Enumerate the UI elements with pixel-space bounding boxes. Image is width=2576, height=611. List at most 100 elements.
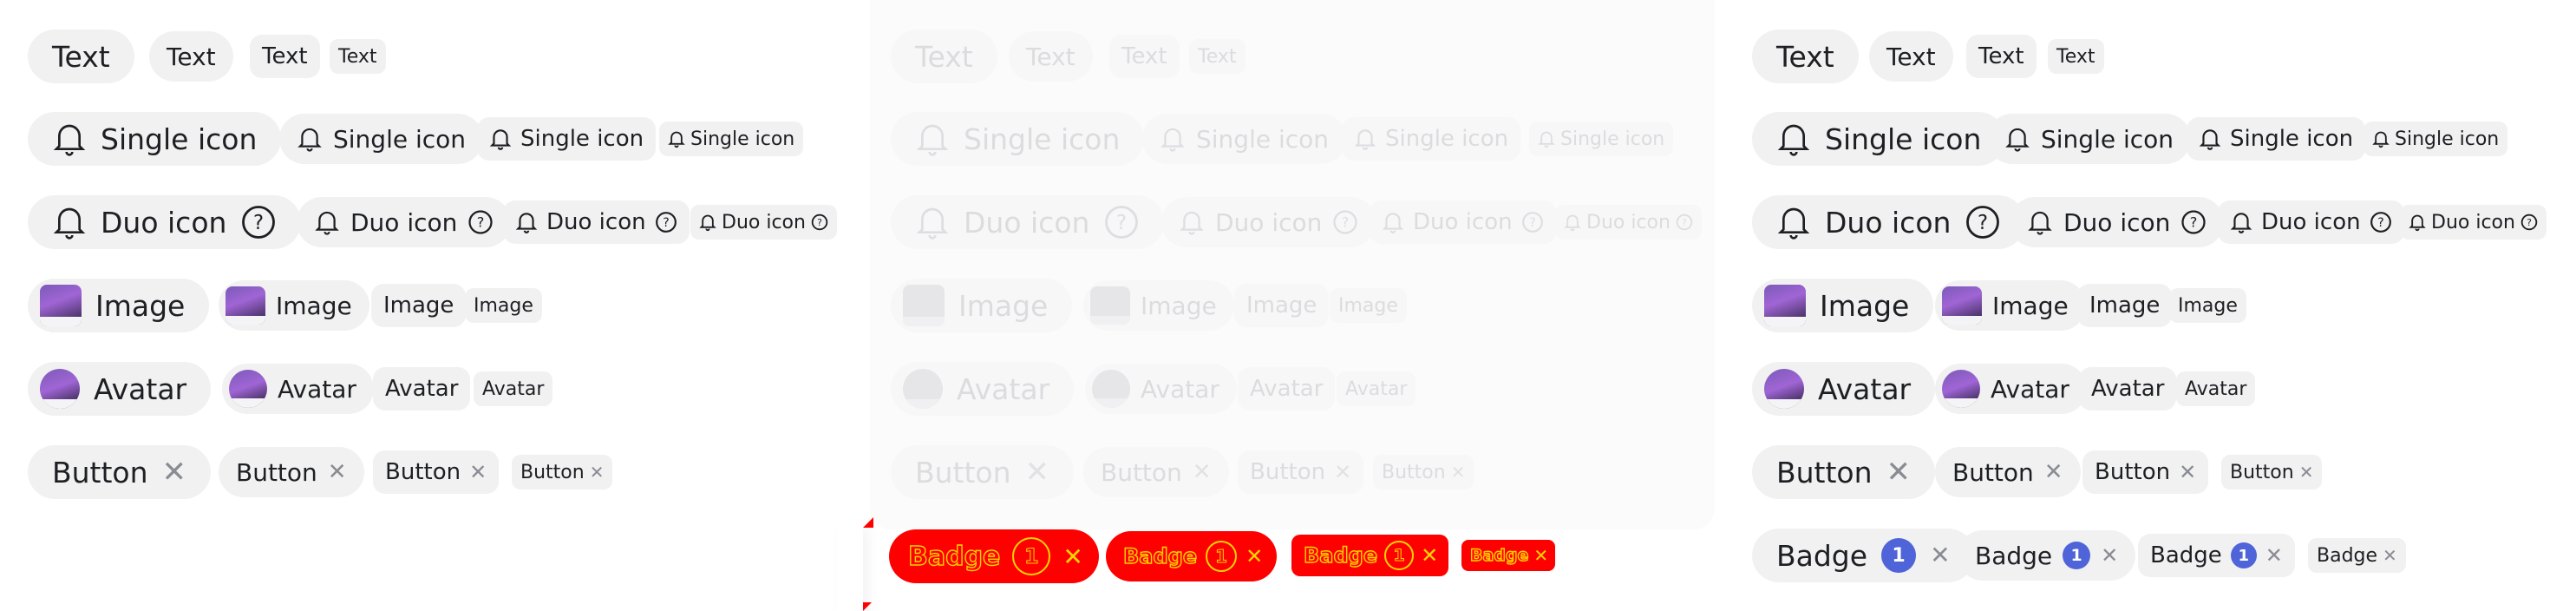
chip-label: Text xyxy=(52,39,110,74)
chip-single-icon-sm[interactable]: Single icon xyxy=(2364,122,2508,156)
bell-icon xyxy=(1160,125,1186,153)
chip-single-icon-md[interactable]: Single icon xyxy=(477,117,657,161)
chip-label: Duo icon xyxy=(1825,205,1952,240)
close-icon[interactable]: ✕ xyxy=(328,461,347,483)
chip-label: Single icon xyxy=(1385,126,1509,152)
chip-single-icon-xl[interactable]: Single icon xyxy=(28,112,282,166)
chip-image-xl[interactable]: Image xyxy=(28,279,210,332)
chip-single-icon-lg[interactable]: Single icon xyxy=(279,114,484,164)
close-icon[interactable]: ✕ xyxy=(1246,544,1263,568)
chip-avatar-sm[interactable]: Avatar xyxy=(474,371,553,406)
close-icon[interactable]: ✕ xyxy=(162,457,187,487)
close-icon[interactable]: ✕ xyxy=(1062,542,1082,571)
close-icon[interactable]: ✕ xyxy=(1886,457,1912,487)
chip-button-xl[interactable]: Button ✕ xyxy=(28,445,212,499)
chip-text-lg[interactable]: Text xyxy=(1869,31,1953,82)
chip-badge-lg[interactable]: Badge 1 ✕ xyxy=(1958,530,2136,581)
chip-badge-lg-error[interactable]: Badge 1 ✕ xyxy=(1106,531,1278,581)
chip-button-md[interactable]: Button ✕ xyxy=(373,450,500,494)
chip-label: Text xyxy=(262,43,308,69)
chip-button-sm[interactable]: Button ✕ xyxy=(2221,455,2323,489)
chip-avatar-xl[interactable]: Avatar xyxy=(28,362,212,416)
svg-text:?: ? xyxy=(477,214,485,231)
chip-duo-icon-sm[interactable]: Duo icon ? xyxy=(2400,205,2547,240)
close-icon[interactable]: ✕ xyxy=(1533,545,1548,566)
chip-badge-xl-error[interactable]: Badge 1 ✕ xyxy=(889,529,1099,583)
chip-button-lg[interactable]: Button ✕ xyxy=(1935,447,2081,497)
chip-text-md[interactable]: Text xyxy=(250,35,320,78)
chip-image-lg[interactable]: Image xyxy=(1935,280,2086,331)
chip-badge-sm[interactable]: Badge ✕ xyxy=(2308,538,2406,573)
chip-avatar-md: Avatar xyxy=(1238,367,1336,411)
svg-text:?: ? xyxy=(1529,216,1535,230)
help-circle-icon: ? xyxy=(1676,214,1693,231)
chip-button-md[interactable]: Button ✕ xyxy=(2082,450,2209,494)
close-icon[interactable]: ✕ xyxy=(469,462,487,483)
bell-icon xyxy=(1354,127,1376,151)
chip-label: Text xyxy=(915,39,973,74)
chip-text-sm[interactable]: Text xyxy=(330,39,386,74)
bell-icon xyxy=(699,213,716,232)
button-row: Button ✕ Button ✕ Button ✕ Button ✕ xyxy=(1730,445,2576,501)
chip-badge-md-error[interactable]: Badge 1 ✕ xyxy=(1291,535,1449,576)
chip-single-icon-xl[interactable]: Single icon xyxy=(1752,112,2006,166)
chip-avatar-md[interactable]: Avatar xyxy=(2079,367,2177,411)
chip-avatar-lg[interactable]: Avatar xyxy=(222,364,374,414)
chip-duo-icon-md[interactable]: Duo icon ? xyxy=(503,200,690,244)
chip-text-xl[interactable]: Text xyxy=(28,30,134,83)
chip-badge-sm-error[interactable]: Badge ✕ xyxy=(1461,540,1556,571)
help-circle-icon: ? xyxy=(1103,204,1140,240)
chip-avatar-lg[interactable]: Avatar xyxy=(1935,364,2087,414)
close-icon[interactable]: ✕ xyxy=(1421,543,1438,568)
chip-text-sm: Text xyxy=(1189,39,1246,74)
close-icon[interactable]: ✕ xyxy=(2179,462,2196,483)
bell-icon xyxy=(2372,129,2390,148)
chip-avatar-xl[interactable]: Avatar xyxy=(1752,362,1936,416)
chip-duo-icon-sm[interactable]: Duo icon ? xyxy=(690,205,837,240)
chip-duo-icon-xl[interactable]: Duo icon ? xyxy=(28,195,302,249)
close-icon[interactable]: ✕ xyxy=(1930,543,1950,568)
chip-text-md[interactable]: Text xyxy=(1966,35,2037,78)
chip-badge-xl[interactable]: Badge 1 ✕ xyxy=(1752,529,1975,582)
close-icon[interactable]: ✕ xyxy=(590,463,605,481)
chip-image-md[interactable]: Image xyxy=(371,284,467,327)
chip-duo-icon-lg[interactable]: Duo icon ? xyxy=(2010,197,2225,247)
chip-button-md: Button ✕ xyxy=(1238,450,1364,494)
chip-avatar-sm[interactable]: Avatar xyxy=(2176,371,2256,406)
chip-button-sm[interactable]: Button ✕ xyxy=(512,455,613,489)
chip-single-icon-xl: Single icon xyxy=(891,112,1145,166)
chip-text-xl[interactable]: Text xyxy=(1752,30,1859,83)
close-icon[interactable]: ✕ xyxy=(2265,545,2283,566)
chip-text-lg[interactable]: Text xyxy=(149,31,233,82)
chip-duo-icon-xl[interactable]: Duo icon ? xyxy=(1752,195,2026,249)
chip-duo-icon-md[interactable]: Duo icon ? xyxy=(2218,200,2404,244)
chip-badge-md[interactable]: Badge 1 ✕ xyxy=(2138,534,2295,577)
avatar xyxy=(1764,369,1804,409)
chip-single-icon-md[interactable]: Single icon xyxy=(2187,117,2366,161)
chip-label: Button xyxy=(1250,459,1326,485)
chip-label: Text xyxy=(167,42,216,71)
chip-single-icon-sm[interactable]: Single icon xyxy=(659,122,804,156)
chip-single-icon-lg[interactable]: Single icon xyxy=(1987,114,2192,164)
chip-image-xl[interactable]: Image xyxy=(1752,279,1934,332)
chip-label: Badge xyxy=(2317,544,2378,567)
chip-button-lg: Button ✕ xyxy=(1083,447,1229,497)
close-icon[interactable]: ✕ xyxy=(2299,463,2314,481)
chip-button-lg[interactable]: Button ✕ xyxy=(219,447,364,497)
chip-image-md[interactable]: Image xyxy=(2077,284,2173,327)
close-icon[interactable]: ✕ xyxy=(2101,545,2118,566)
chip-image-lg[interactable]: Image xyxy=(219,280,369,331)
chip-label: Button xyxy=(2095,459,2171,485)
chip-text-sm[interactable]: Text xyxy=(2048,39,2104,74)
chip-avatar-md[interactable]: Avatar xyxy=(373,367,471,411)
close-icon[interactable]: ✕ xyxy=(2383,547,2397,564)
avatar xyxy=(1942,370,1980,408)
chip-button-xl[interactable]: Button ✕ xyxy=(1752,445,1936,499)
chip-label: Image xyxy=(2089,292,2161,319)
chip-duo-icon-lg[interactable]: Duo icon ? xyxy=(297,197,512,247)
chip-image-sm[interactable]: Image xyxy=(2169,288,2246,323)
close-icon[interactable]: ✕ xyxy=(2044,461,2063,483)
avatar-row: Avatar Avatar Avatar Avatar xyxy=(0,362,863,417)
chip-image-sm[interactable]: Image xyxy=(465,288,542,323)
chip-label: Button xyxy=(236,457,317,487)
